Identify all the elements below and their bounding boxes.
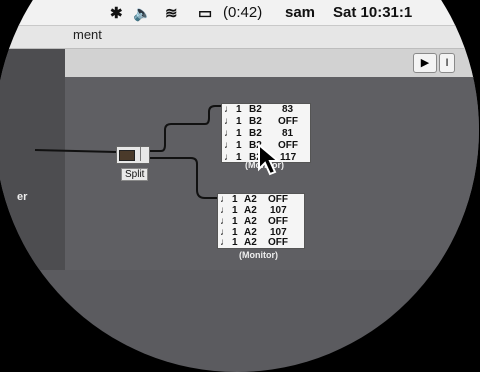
- value-cell: OFF: [268, 237, 288, 248]
- channel-cell: 1: [232, 205, 238, 216]
- zoom-lens: ✱ 🔈 ≋ ▭ (0:42) sam Sat 10:31:1 ment er ▶…: [0, 0, 479, 372]
- split-knob-icon: [119, 150, 135, 161]
- note-icon: ♩: [224, 128, 234, 139]
- note-icon: ♩: [224, 140, 234, 151]
- note-cell: A2: [244, 205, 257, 216]
- note-icon: ♩: [220, 237, 230, 248]
- note-cell: A2: [244, 194, 257, 205]
- split-label: Split: [121, 168, 149, 181]
- note-icon: ♩: [224, 116, 234, 127]
- table-row: ♩ 1 B2 81: [222, 128, 310, 140]
- note-cell: B2: [249, 116, 262, 127]
- value-cell: 81: [282, 128, 294, 139]
- cord-to-bottom-monitor: [149, 157, 218, 199]
- channel-cell: 1: [236, 140, 242, 151]
- table-row: ♩ 1 A2 OFF: [218, 194, 304, 205]
- table-row: ♩ 1 A2 107: [218, 205, 304, 216]
- cord-input: [34, 149, 117, 153]
- cord-to-top-monitor: [149, 105, 222, 152]
- note-icon: ♩: [220, 194, 230, 205]
- note-icon: ♩: [220, 216, 230, 227]
- channel-cell: 1: [236, 152, 242, 163]
- channel-cell: 1: [236, 128, 242, 139]
- channel-cell: 1: [232, 216, 238, 227]
- value-cell: OFF: [278, 116, 298, 127]
- channel-cell: 1: [236, 104, 242, 115]
- value-cell: 83: [282, 104, 294, 115]
- value-cell: 107: [270, 205, 287, 216]
- mouse-cursor-icon: [258, 143, 281, 176]
- value-cell: OFF: [268, 216, 288, 227]
- split-object[interactable]: [116, 146, 150, 164]
- channel-cell: 1: [236, 116, 242, 127]
- table-row: ♩ 1 B2 83: [222, 104, 310, 116]
- note-cell: B2: [249, 104, 262, 115]
- channel-cell: 1: [232, 194, 238, 205]
- split-outlets[interactable]: [140, 147, 149, 161]
- value-cell: OFF: [268, 194, 288, 205]
- note-cell: B2: [249, 128, 262, 139]
- table-row: ♩ 1 A2 107: [218, 227, 304, 238]
- table-row: ♩ 1 A2 OFF: [218, 238, 304, 248]
- note-icon: ♩: [224, 104, 234, 115]
- note-icon: ♩: [220, 205, 230, 216]
- note-cell: A2: [244, 216, 257, 227]
- table-row: ♩ 1 B2 OFF: [222, 116, 310, 128]
- channel-cell: 1: [232, 237, 238, 248]
- note-icon: ♩: [224, 152, 234, 163]
- note-cell: A2: [244, 237, 257, 248]
- monitor-bottom[interactable]: ♩ 1 A2 OFF ♩ 1 A2 107 ♩ 1 A2 OFF ♩ 1 A2 …: [217, 193, 305, 249]
- monitor-bottom-label: (Monitor): [239, 250, 278, 260]
- table-row: ♩ 1 A2 OFF: [218, 216, 304, 227]
